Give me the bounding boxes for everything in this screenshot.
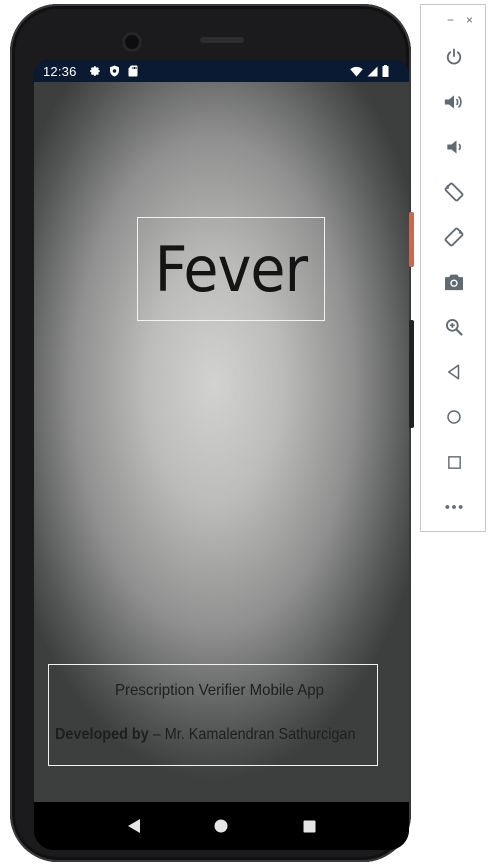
rotate-right-button[interactable] [440, 223, 468, 251]
app-name-text: Prescription Verifier Mobile App [115, 682, 324, 699]
overview-button[interactable] [440, 448, 468, 476]
rotate-right-icon [443, 226, 465, 248]
minimize-button[interactable]: − [447, 14, 454, 26]
power-side-button[interactable] [409, 212, 414, 267]
more-button[interactable] [440, 493, 468, 521]
signal-icon [367, 66, 378, 77]
navigation-bar [34, 802, 409, 850]
gear-icon [89, 65, 101, 77]
page-title: Fever [154, 232, 308, 306]
wifi-icon [350, 66, 363, 77]
zoom-icon [444, 317, 464, 337]
battery-icon [382, 65, 389, 77]
home-icon [445, 408, 463, 426]
developer-credit: Developed by – Mr. Kamalendran Sathurcig… [55, 726, 355, 744]
back-button[interactable] [440, 358, 468, 386]
sd-card-icon [128, 65, 138, 77]
app-splash-screen: Fever Prescription Verifier Mobile App D… [34, 82, 409, 802]
volume-up-icon [443, 92, 465, 112]
back-button[interactable] [119, 811, 149, 841]
home-button[interactable] [206, 811, 236, 841]
volume-side-button[interactable] [409, 320, 414, 428]
status-icons-right [350, 65, 389, 77]
recents-button[interactable] [294, 811, 324, 841]
rotate-left-button[interactable] [440, 178, 468, 206]
overview-icon [446, 454, 463, 471]
credits-frame: Prescription Verifier Mobile App Develop… [48, 664, 378, 766]
phone-frame: 12:36 Fever Prescription Verifier Mobile… [10, 4, 411, 862]
developer-name: – Mr. Kamalendran Sathurcigan [148, 726, 356, 743]
home-icon [214, 819, 228, 833]
shield-icon [109, 65, 120, 77]
emulator-window: 12:36 Fever Prescription Verifier Mobile… [0, 0, 490, 867]
device-screen: 12:36 Fever Prescription Verifier Mobile… [34, 60, 409, 850]
close-button[interactable]: × [466, 14, 473, 26]
power-button[interactable] [440, 43, 468, 71]
back-icon [445, 363, 463, 381]
title-frame: Fever [137, 217, 325, 321]
power-icon [444, 47, 464, 67]
zoom-button[interactable] [440, 313, 468, 341]
home-button[interactable] [440, 403, 468, 431]
status-bar: 12:36 [34, 60, 409, 82]
volume-down-icon [444, 137, 464, 157]
back-icon [127, 818, 141, 834]
recents-icon [303, 820, 316, 833]
toolbar-header: − × [421, 5, 485, 35]
status-icons-left [89, 65, 138, 77]
front-camera [122, 32, 142, 52]
earpiece-speaker [200, 37, 244, 43]
volume-up-button[interactable] [440, 88, 468, 116]
screenshot-button[interactable] [440, 268, 468, 296]
more-icon [444, 504, 464, 510]
status-time: 12:36 [43, 63, 77, 79]
volume-down-button[interactable] [440, 133, 468, 161]
rotate-left-icon [443, 181, 465, 203]
camera-icon [444, 273, 464, 291]
emulator-toolbar: − × [420, 4, 486, 532]
developer-label: Developed by [55, 726, 149, 743]
